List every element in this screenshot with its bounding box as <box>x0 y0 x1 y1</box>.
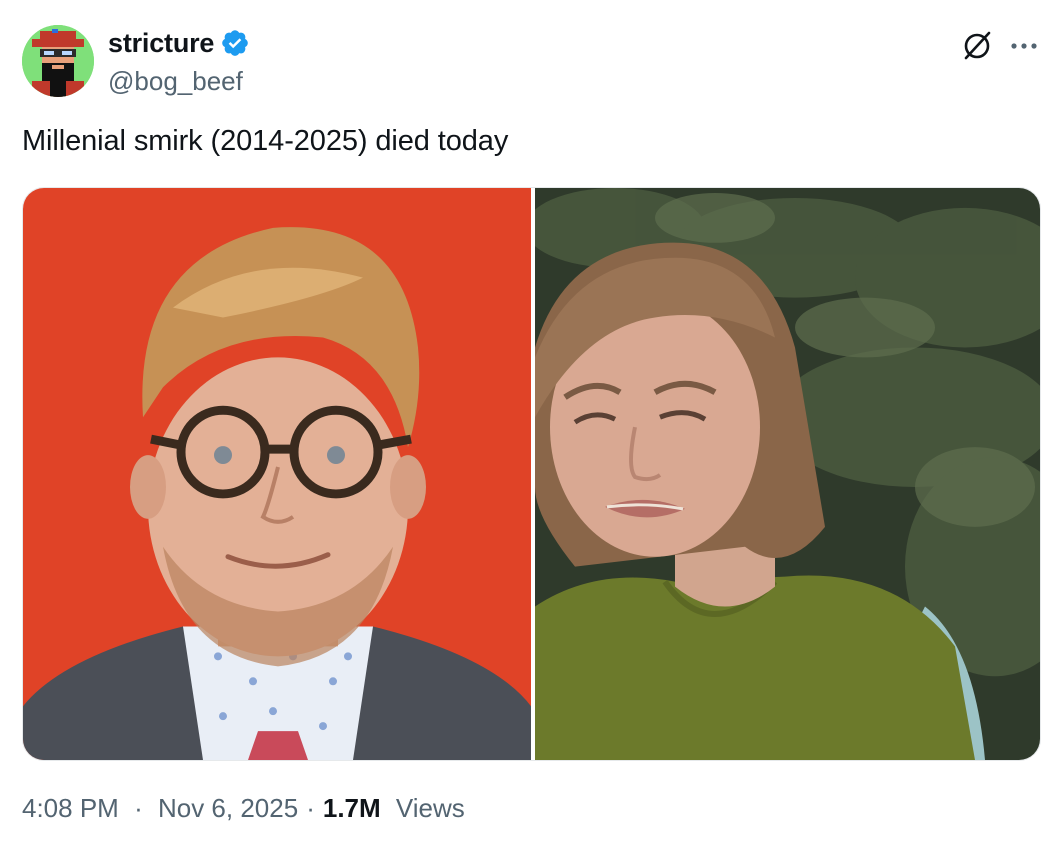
grok-icon[interactable] <box>958 27 996 65</box>
author-name-row: stricture <box>108 26 250 60</box>
media-photo-2[interactable] <box>535 188 1040 760</box>
author-avatar[interactable] <box>22 25 94 97</box>
media-photo-1[interactable] <box>23 188 531 760</box>
verified-badge-icon[interactable] <box>220 28 250 58</box>
tweet-text: Millenial smirk (2014-2025) died today <box>22 125 509 157</box>
tweet-time: 4:08 PM <box>22 793 119 823</box>
man-glasses-photo <box>23 188 531 760</box>
author-display-name[interactable]: stricture <box>108 28 214 59</box>
tweet-time-link[interactable]: 4:08 PM · Nov 6, 2025 <box>22 793 298 824</box>
author-handle[interactable]: @bog_beef <box>108 66 250 97</box>
meta-separator: · <box>134 793 143 823</box>
woman-grimace-photo <box>535 188 1040 760</box>
tweet-meta: 4:08 PM · Nov 6, 2025 · 1.7M Views <box>22 793 465 824</box>
author-block: stricture @bog_beef <box>108 26 250 97</box>
media-grid <box>22 187 1041 761</box>
meta-separator: · <box>306 793 315 823</box>
views-label: Views <box>395 793 465 823</box>
views-link[interactable]: 1.7M Views <box>323 793 465 824</box>
views-count: 1.7M <box>322 793 381 823</box>
tweet-date: Nov 6, 2025 <box>157 793 299 823</box>
pixel-avatar-image <box>22 25 94 97</box>
more-icon[interactable] <box>1008 30 1040 62</box>
